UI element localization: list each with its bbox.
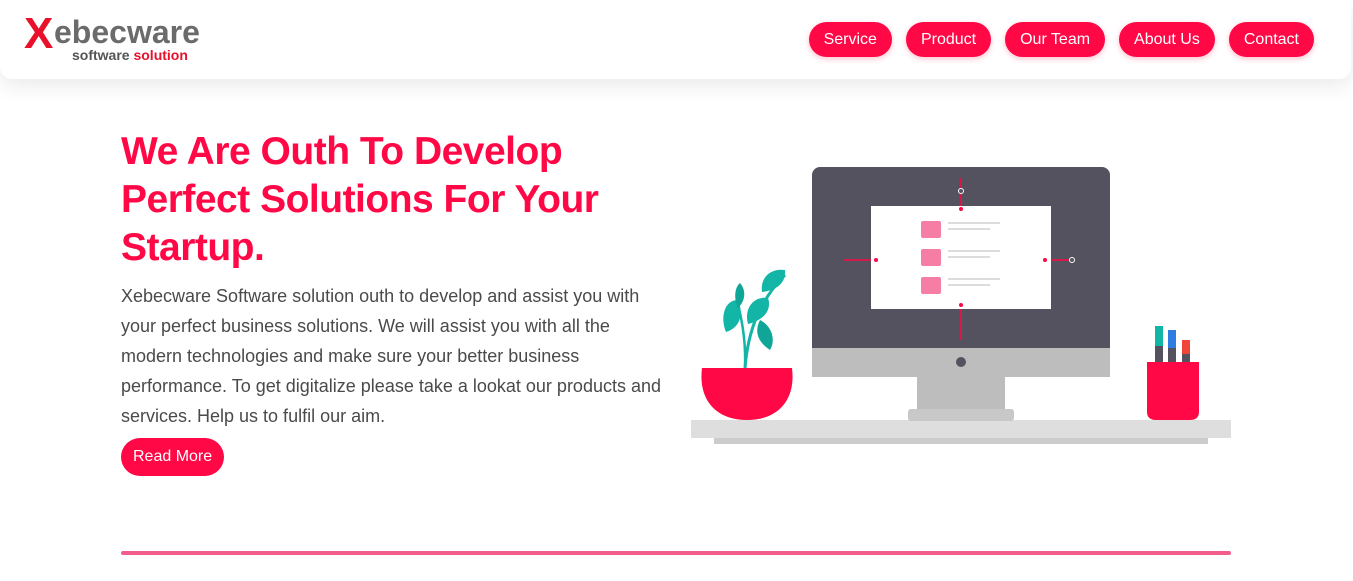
hero-description: Xebecware Software solution outh to deve… (121, 286, 661, 426)
nav-about-us-button[interactable]: About Us (1119, 22, 1215, 57)
plant (701, 269, 793, 420)
nav-service-button[interactable]: Service (808, 22, 892, 57)
list-item-icon (921, 249, 941, 266)
logo-tagline-accent: solution (133, 47, 188, 63)
list-item-icon (921, 277, 941, 294)
section-divider (121, 551, 1231, 555)
logo[interactable]: X ebecware software solution (24, 9, 234, 66)
navbar: X ebecware software solution Service Pro… (0, 0, 1351, 79)
logo-wordmark: ebecware (54, 14, 200, 50)
read-more-button[interactable]: Read More (121, 438, 225, 476)
monitor-stand (917, 375, 1005, 411)
desk (691, 420, 1231, 438)
desk-shadow (714, 438, 1208, 444)
logo-tagline-prefix: software (72, 47, 130, 63)
desk-computer-illustration (691, 167, 1231, 444)
hero-title: We Are Outh To Develop Perfect Solutions… (121, 130, 599, 269)
main-nav: Service Product Our Team About Us Contac… (808, 22, 1314, 57)
logo-mark: X (24, 9, 53, 58)
logo-tagline: software solution (72, 48, 188, 62)
list-item-icon (921, 221, 941, 238)
monitor-button (956, 357, 966, 367)
monitor-base (908, 409, 1014, 421)
nav-contact-button[interactable]: Contact (1228, 22, 1314, 57)
nav-our-team-button[interactable]: Our Team (1005, 22, 1106, 57)
nav-product-button[interactable]: Product (905, 22, 992, 57)
pen-cup (1147, 326, 1199, 420)
